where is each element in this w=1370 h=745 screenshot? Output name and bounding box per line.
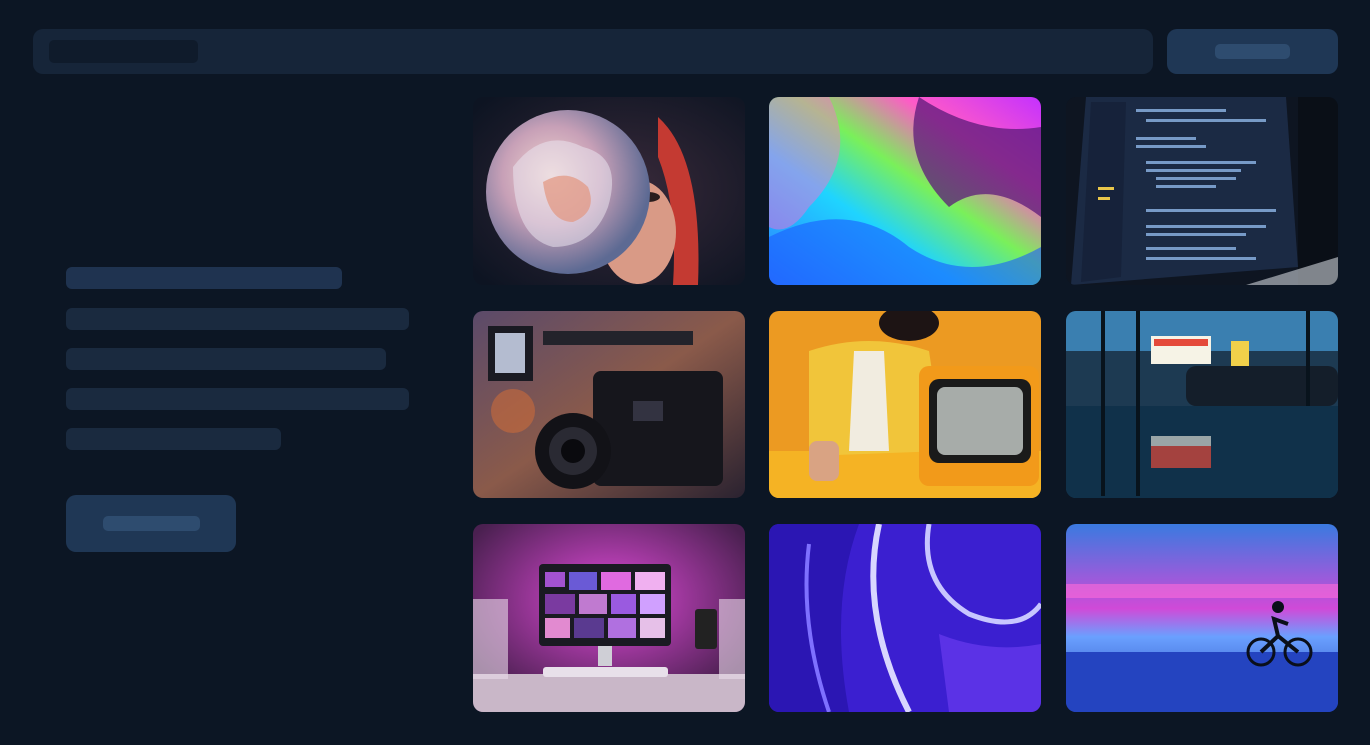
search-placeholder-text — [33, 29, 34, 30]
gallery-image-fluid-rainbow[interactable] — [769, 97, 1041, 285]
gallery-image-purple-liquid[interactable] — [769, 524, 1041, 712]
hero-cta-label — [66, 495, 67, 496]
header-action-button[interactable] — [1167, 29, 1338, 74]
gallery-image-code-laptop[interactable] — [1066, 97, 1338, 285]
gallery-image-cinema-camera[interactable] — [473, 311, 745, 498]
search-placeholder-skeleton — [49, 40, 198, 63]
gallery-image-desk-setup[interactable] — [473, 524, 745, 712]
gallery-image-portrait-flower[interactable] — [473, 97, 745, 285]
hero-line-skeleton — [66, 428, 281, 450]
gallery-image-tower-theater[interactable] — [1066, 311, 1338, 498]
header-action-label — [1167, 29, 1168, 30]
hero-cta-button[interactable] — [66, 495, 236, 552]
hero-line-skeleton — [66, 388, 409, 410]
hero-line-skeleton — [66, 348, 386, 370]
hero-title-skeleton — [66, 267, 342, 289]
gallery-image-retro-tv[interactable] — [769, 311, 1041, 498]
hero-line-skeleton — [66, 308, 409, 330]
header-action-label-skeleton — [1215, 44, 1290, 59]
hero-cta-label-skeleton — [103, 516, 200, 531]
search-bar[interactable] — [33, 29, 1153, 74]
gallery-image-cyclist-neon[interactable] — [1066, 524, 1338, 712]
